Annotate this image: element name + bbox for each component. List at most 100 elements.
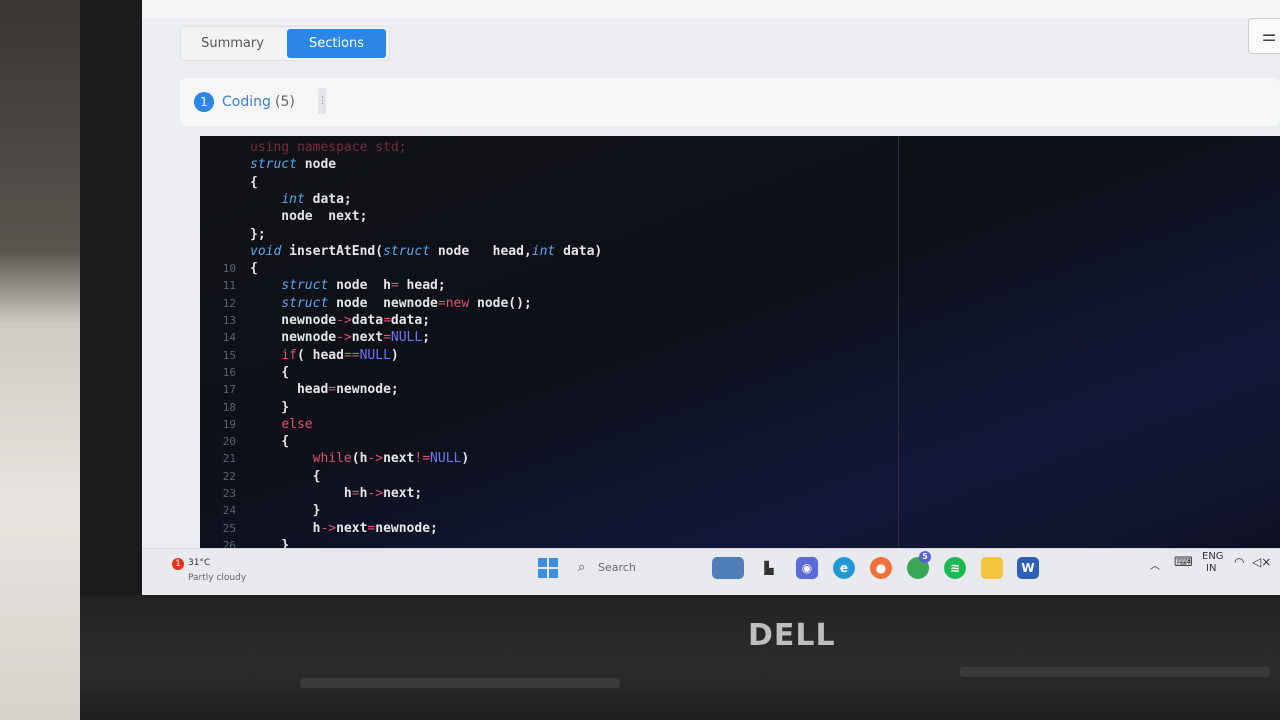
code-token: {: [250, 364, 290, 380]
line-number: 17: [222, 383, 236, 397]
code-token: ->: [336, 330, 352, 346]
weather-condition[interactable]: Partly cloudy: [188, 573, 246, 583]
code-line[interactable]: node next;: [250, 209, 367, 224]
code-line[interactable]: };: [250, 227, 266, 242]
keyboard-icon[interactable]: ⌨: [1174, 555, 1193, 570]
code-token: node next;: [250, 209, 368, 225]
code-line[interactable]: }: [250, 538, 289, 548]
code-line[interactable]: using namespace std;: [250, 140, 407, 155]
code-token: }: [250, 537, 290, 548]
code-token: head;: [398, 278, 446, 294]
code-line[interactable]: else: [250, 416, 313, 432]
code-line[interactable]: void insertAtEnd(struct node head,int da…: [250, 244, 602, 259]
edge-icon[interactable]: e: [833, 557, 855, 579]
code-token: ->: [320, 520, 337, 536]
code-token: while: [312, 451, 352, 467]
code-token: next: [351, 330, 384, 346]
volume-icon[interactable]: ◁×: [1252, 555, 1271, 569]
code-line[interactable]: }: [250, 503, 321, 519]
firefox-icon[interactable]: ●: [870, 557, 892, 579]
code-line[interactable]: int data;: [250, 191, 352, 207]
code-line[interactable]: struct node h= head;: [250, 278, 446, 294]
code-token: {: [250, 434, 290, 450]
code-token: else: [281, 416, 313, 432]
code-token: h: [250, 520, 321, 536]
code-token: int: [281, 191, 305, 207]
code-line[interactable]: newnode->next=NULL;: [250, 330, 430, 345]
code-token: ): [390, 347, 399, 363]
chat-icon[interactable]: ◉: [796, 557, 818, 579]
code-token: ;: [422, 330, 431, 346]
code-token: struct: [383, 243, 431, 259]
wifi-icon[interactable]: ◠: [1234, 555, 1244, 569]
widgets-icon[interactable]: [712, 557, 744, 579]
code-line[interactable]: {: [250, 365, 289, 380]
code-line[interactable]: struct node newnode=new node();: [250, 295, 531, 311]
code-line[interactable]: if( head==NULL): [250, 347, 399, 363]
brand-logo: DELL: [748, 618, 836, 653]
code-line[interactable]: struct node: [250, 157, 336, 172]
code-line[interactable]: }: [250, 400, 289, 415]
section-label[interactable]: Coding: [222, 92, 271, 112]
code-token: ->: [367, 486, 384, 501]
hinge-left: [300, 678, 620, 688]
language-indicator[interactable]: ENG: [1202, 551, 1224, 562]
chrome-icon[interactable]: 5: [907, 551, 931, 579]
region-indicator[interactable]: IN: [1206, 563, 1216, 574]
code-token: int: [531, 243, 556, 259]
section-count: (5): [275, 94, 295, 110]
search-icon: ⌕: [578, 560, 586, 575]
code-line[interactable]: {: [250, 261, 258, 276]
weather-alert-icon[interactable]: 1: [172, 558, 184, 570]
chevron-up-icon[interactable]: ︿: [1150, 557, 1160, 572]
code-token: NULL: [390, 330, 423, 346]
code-token: data;: [304, 191, 352, 207]
taskbar-search[interactable]: ⌕ Search: [572, 557, 702, 581]
code-token: data: [351, 313, 384, 328]
code-token: NULL: [359, 347, 391, 363]
code-line[interactable]: {: [250, 175, 258, 190]
code-token: =: [383, 330, 391, 346]
code-token: node head,: [430, 243, 532, 259]
taskbar: 1 31°C Partly cloudy ⌕ Search ▙ ◉ e ● 5 …: [142, 548, 1280, 595]
settings-button[interactable]: ⚌: [1248, 18, 1280, 54]
weather-temperature[interactable]: 31°C: [188, 558, 210, 568]
code-token: {: [250, 174, 258, 190]
word-icon[interactable]: W: [1017, 557, 1039, 579]
code-editor[interactable]: 10 11 12 13 14 15 16 17 18 19 20 21 22 23 24 25 26 using…: [200, 136, 1280, 548]
code-line[interactable]: head=newnode;: [250, 382, 399, 397]
tab-summary[interactable]: Summary: [185, 29, 280, 58]
code-token: =: [390, 278, 399, 294]
screen: Summary Sections ⚌ 1 Coding (5) ⋮ 10 11 12…: [142, 0, 1280, 595]
code-token: ->: [336, 313, 352, 328]
code-line[interactable]: newnode->data=data;: [250, 313, 430, 328]
code-token: new: [445, 295, 470, 311]
search-label: Search: [598, 561, 636, 574]
line-number: 19: [222, 417, 236, 431]
spotify-icon[interactable]: ≋: [944, 557, 966, 579]
code-token: }: [250, 503, 321, 519]
line-number: 11: [222, 279, 236, 293]
tab-sections[interactable]: Sections: [287, 29, 386, 58]
section-drag-handle[interactable]: ⋮: [318, 88, 327, 114]
line-number: 25: [222, 521, 236, 535]
code-token: };: [250, 226, 266, 242]
code-token: data;: [390, 313, 431, 328]
file-explorer-icon[interactable]: [981, 557, 1003, 579]
line-number: 16: [222, 365, 236, 379]
code-token: ->: [367, 451, 384, 467]
code-token: NULL: [430, 451, 462, 467]
code-line[interactable]: h=h->next;: [250, 486, 422, 501]
code-line[interactable]: h->next=newnode;: [250, 521, 438, 536]
hinge-right: [960, 667, 1270, 677]
windows-start-icon[interactable]: [538, 558, 558, 578]
code-line[interactable]: {: [250, 469, 321, 484]
code-line[interactable]: {: [250, 434, 289, 449]
code-token: next: [383, 451, 415, 467]
code-line[interactable]: while(h->next!=NULL): [250, 451, 470, 467]
files-icon[interactable]: ▙: [758, 557, 780, 579]
